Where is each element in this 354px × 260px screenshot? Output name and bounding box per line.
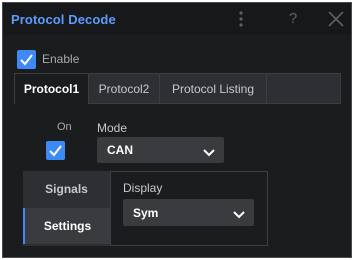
display-label: Display xyxy=(123,181,163,195)
mode-dropdown[interactable]: CAN xyxy=(97,137,224,163)
close-icon[interactable] xyxy=(326,9,346,29)
chevron-down-icon xyxy=(202,145,216,163)
checkmark-icon xyxy=(49,145,62,157)
protocol-tabs: Protocol1 Protocol2 Protocol Listing xyxy=(14,73,341,105)
side-tab-settings[interactable]: Settings xyxy=(23,208,110,244)
enable-checkbox[interactable] xyxy=(17,50,36,69)
title-bar[interactable]: Protocol Decode ? xyxy=(3,3,351,35)
side-tab-signals[interactable]: Signals xyxy=(23,171,110,207)
enable-label: Enable xyxy=(42,52,80,66)
tab-protocol1[interactable]: Protocol1 xyxy=(15,74,88,105)
kebab-menu-icon[interactable] xyxy=(231,9,251,29)
protocol-decode-window: Protocol Decode ? Enable Protocol1 Proto… xyxy=(2,2,352,258)
on-label: On xyxy=(57,121,72,133)
tab-protocol2[interactable]: Protocol2 xyxy=(89,74,159,104)
checkmark-icon xyxy=(20,54,33,66)
display-value: Sym xyxy=(133,206,159,220)
tab-divider xyxy=(266,74,267,104)
on-checkbox[interactable] xyxy=(46,141,65,160)
chevron-down-icon xyxy=(232,207,246,225)
help-icon[interactable]: ? xyxy=(283,9,303,29)
side-tab-list: Signals Settings xyxy=(23,171,111,246)
mode-label: Mode xyxy=(97,121,128,135)
mode-value: CAN xyxy=(107,143,133,157)
tab-protocol-listing[interactable]: Protocol Listing xyxy=(160,74,266,104)
window-title: Protocol Decode xyxy=(11,12,116,27)
display-dropdown[interactable]: Sym xyxy=(123,199,254,226)
